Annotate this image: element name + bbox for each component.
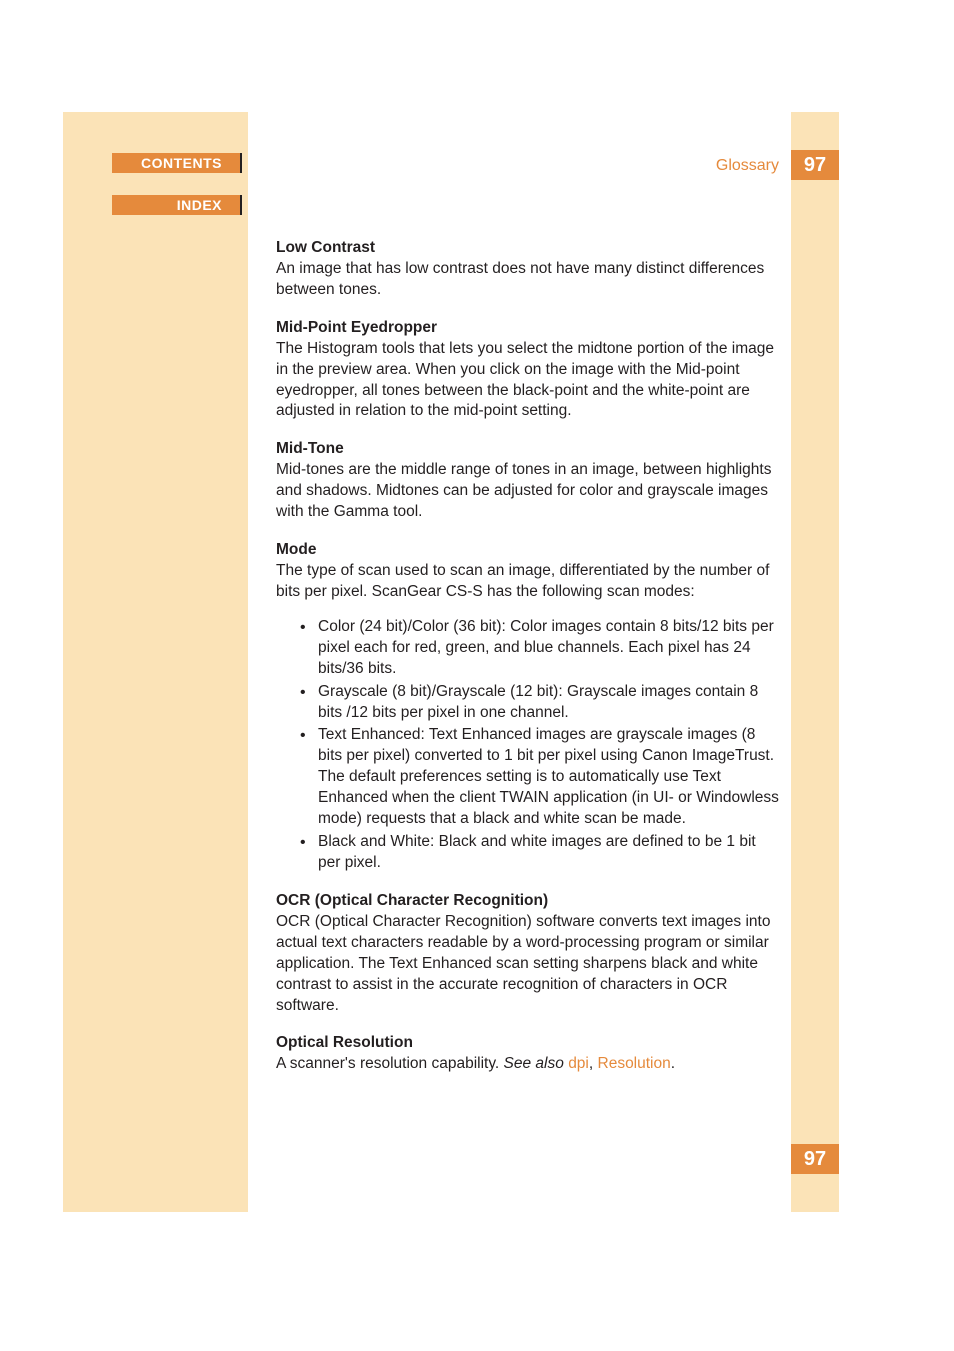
glossary-definition: The type of scan used to scan an image, … (276, 561, 780, 603)
glossary-term: Mode (276, 540, 780, 561)
glossary-term: Optical Resolution (276, 1033, 780, 1054)
left-accent-band (63, 112, 248, 1212)
index-nav-button[interactable]: INDEX (112, 195, 242, 215)
glossary-term: Mid-Tone (276, 439, 780, 460)
glossary-entry: Low Contrast An image that has low contr… (276, 238, 780, 301)
right-accent-band (791, 112, 839, 1212)
glossary-definition: An image that has low contrast does not … (276, 259, 780, 301)
page-number-top: 97 (791, 150, 839, 180)
glossary-entry: Mid-Point Eyedropper The Histogram tools… (276, 318, 780, 423)
glossary-entry: Mid-Tone Mid-tones are the middle range … (276, 439, 780, 523)
definition-text: A scanner's resolution capability. (276, 1055, 504, 1072)
see-also-label: See also (504, 1055, 569, 1072)
separator: , (589, 1055, 598, 1072)
glossary-term: Mid-Point Eyedropper (276, 318, 780, 339)
mode-list: Color (24 bit)/Color (36 bit): Color ima… (296, 617, 780, 874)
cross-reference-link[interactable]: dpi (568, 1055, 589, 1072)
contents-nav-button[interactable]: CONTENTS (112, 153, 242, 173)
list-item: Color (24 bit)/Color (36 bit): Color ima… (296, 617, 780, 680)
section-label: Glossary (716, 155, 779, 177)
list-item: Grayscale (8 bit)/Grayscale (12 bit): Gr… (296, 682, 780, 724)
glossary-term: Low Contrast (276, 238, 780, 259)
glossary-definition: Mid-tones are the middle range of tones … (276, 460, 780, 523)
glossary-definition: A scanner's resolution capability. See a… (276, 1054, 780, 1075)
cross-reference-link[interactable]: Resolution (598, 1055, 671, 1072)
glossary-term: OCR (Optical Character Recognition) (276, 891, 780, 912)
glossary-definition: OCR (Optical Character Recognition) soft… (276, 912, 780, 1017)
glossary-content: Low Contrast An image that has low contr… (276, 238, 780, 1092)
list-item: Black and White: Black and white images … (296, 832, 780, 874)
glossary-entry: OCR (Optical Character Recognition) OCR … (276, 891, 780, 1017)
list-item: Text Enhanced: Text Enhanced images are … (296, 725, 780, 830)
glossary-definition: The Histogram tools that lets you select… (276, 339, 780, 423)
period: . (671, 1055, 675, 1072)
page-number-bottom: 97 (791, 1144, 839, 1174)
glossary-entry: Optical Resolution A scanner's resolutio… (276, 1033, 780, 1075)
glossary-entry: Mode The type of scan used to scan an im… (276, 540, 780, 874)
